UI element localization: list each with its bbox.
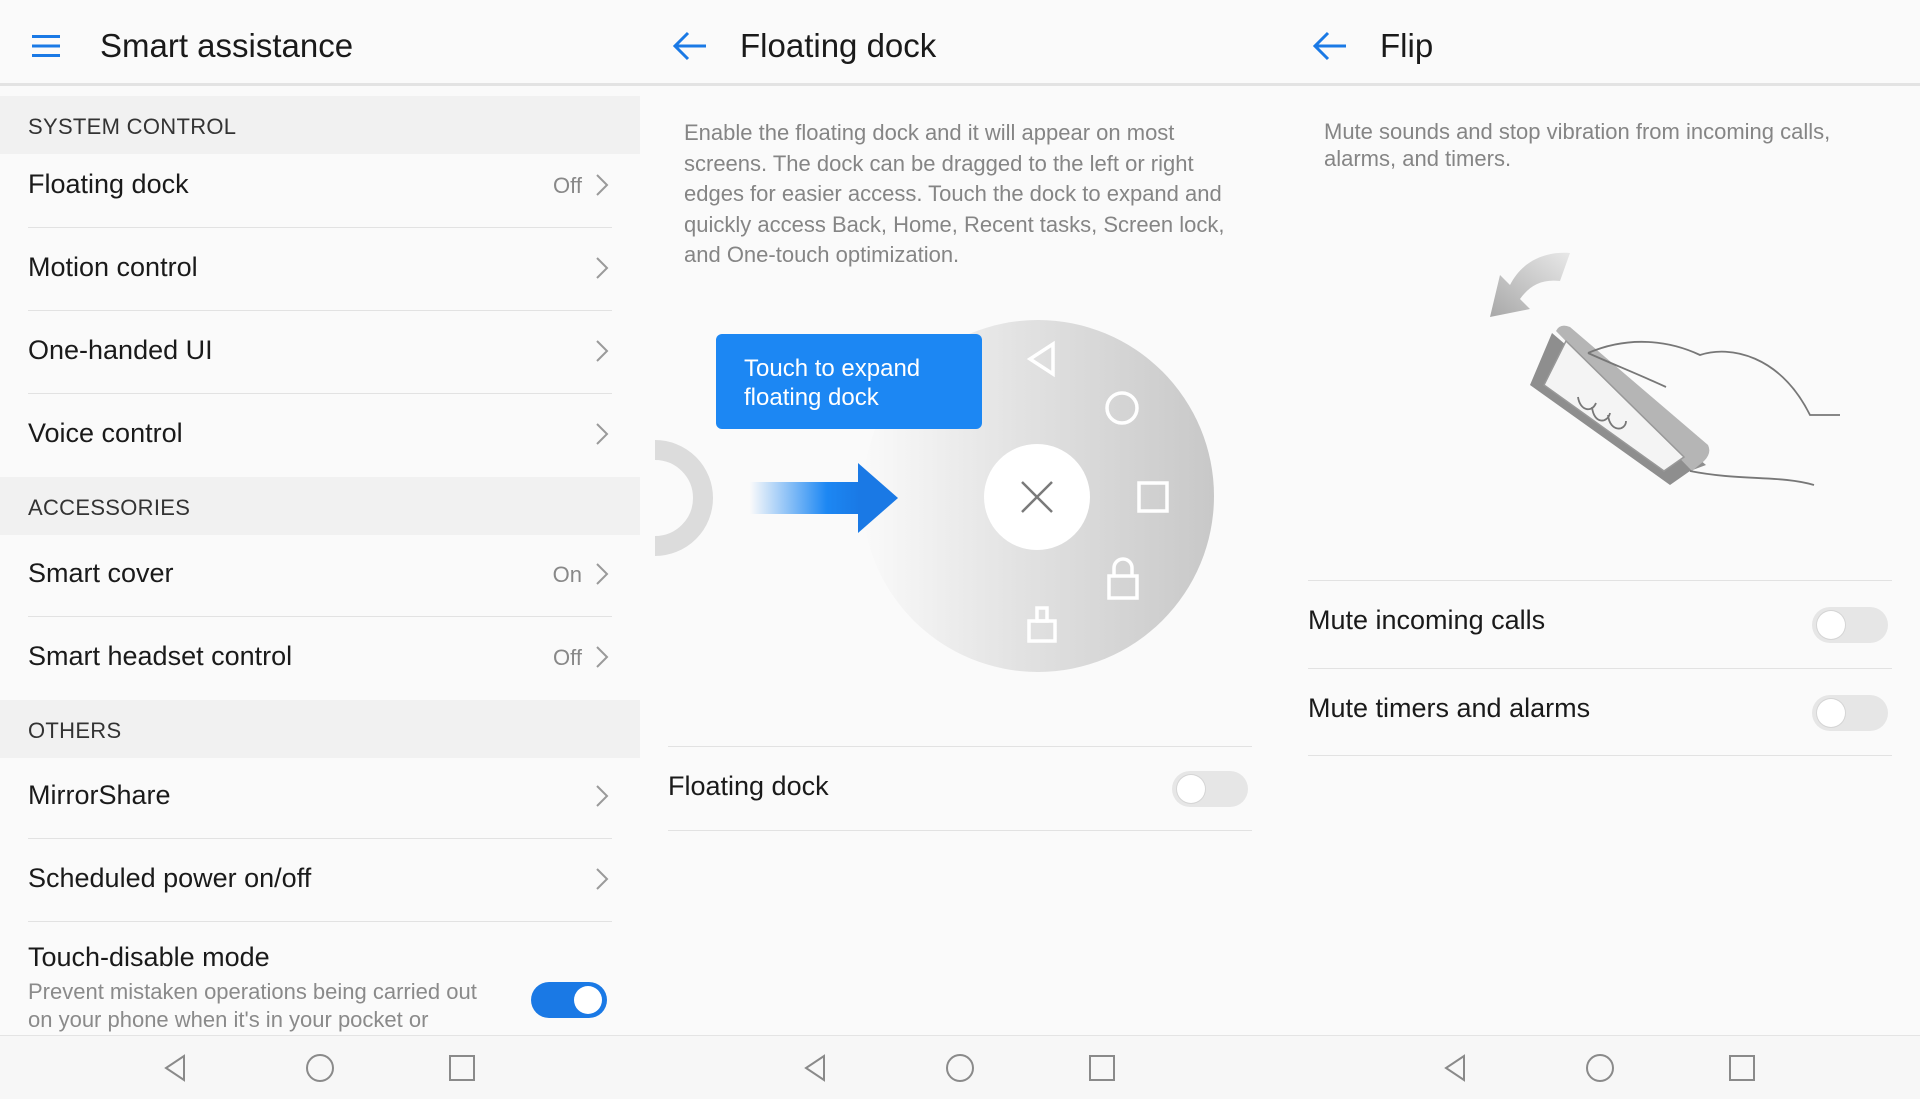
settings-row-smart-headset-control[interactable]: Smart headset control Off	[0, 617, 640, 700]
square-recent-icon[interactable]	[446, 1052, 478, 1084]
toggle-knob	[1817, 699, 1845, 727]
row-label: Voice control	[28, 418, 183, 448]
square-recent-icon[interactable]	[1726, 1052, 1758, 1084]
circle-home-icon[interactable]	[944, 1052, 976, 1084]
row-label: Scheduled power on/off	[28, 863, 312, 893]
section-header-label: SYSTEM CONTROL	[28, 114, 237, 139]
page-title: Floating dock	[740, 27, 937, 64]
toggle-knob	[574, 986, 602, 1014]
back-arrow-icon[interactable]	[1310, 26, 1350, 66]
chevron-right-icon	[596, 563, 609, 585]
system-nav-bar	[0, 1035, 640, 1099]
mute-incoming-calls-toggle[interactable]	[1812, 607, 1888, 643]
row-label: MirrorShare	[28, 780, 171, 810]
chevron-right-icon	[596, 423, 609, 445]
touch-disable-toggle[interactable]	[531, 982, 607, 1018]
settings-row-floating-dock[interactable]: Floating dock Off	[0, 145, 640, 228]
flip-screen: Flip Mute sounds and stop vibration from…	[1280, 0, 1920, 1099]
divider	[1308, 755, 1892, 756]
page-description: Enable the floating dock and it will app…	[684, 120, 1225, 267]
expand-tooltip: Touch to expand floating dock	[716, 334, 982, 429]
row-label: Touch-disable mode	[28, 942, 270, 972]
smart-assistance-screen: Smart assistance SYSTEM CONTROL Floating…	[0, 0, 640, 1099]
mute-timers-alarms-toggle[interactable]	[1812, 695, 1888, 731]
system-nav-bar	[640, 1035, 1280, 1099]
mute-timers-alarms-row[interactable]: Mute timers and alarms	[1308, 668, 1892, 752]
settings-row-smart-cover[interactable]: Smart cover On	[0, 534, 640, 617]
divider	[668, 830, 1252, 831]
chevron-right-icon	[596, 257, 609, 279]
section-header-label: OTHERS	[28, 718, 122, 743]
row-label: Mute timers and alarms	[1308, 693, 1591, 723]
row-value: Off	[553, 173, 582, 198]
square-recent-icon[interactable]	[1086, 1052, 1118, 1084]
chevron-right-icon	[596, 646, 609, 668]
back-arrow-icon[interactable]	[670, 26, 710, 66]
section-header-label: ACCESSORIES	[28, 495, 191, 520]
settings-row-mirrorshare[interactable]: MirrorShare	[0, 756, 640, 839]
triangle-back-icon[interactable]	[160, 1052, 192, 1084]
settings-row-voice-control[interactable]: Voice control	[0, 394, 640, 477]
circle-home-icon[interactable]	[304, 1052, 336, 1084]
toggle-knob	[1817, 611, 1845, 639]
flip-phone-illustration	[1490, 252, 1840, 486]
row-label: Floating dock	[668, 771, 829, 801]
toggle-knob	[1177, 775, 1205, 803]
floating-dock-screen: Floating dock Enable the floating dock a…	[640, 0, 1280, 1099]
settings-row-scheduled-power[interactable]: Scheduled power on/off	[0, 839, 640, 922]
row-value: On	[552, 562, 582, 587]
hamburger-menu-icon[interactable]	[26, 26, 66, 66]
section-header-others: OTHERS	[0, 700, 640, 758]
floating-dock-setting-row[interactable]: Floating dock	[668, 746, 1252, 830]
chevron-right-icon	[596, 340, 609, 362]
row-description: Prevent mistaken operations being carrie…	[28, 979, 477, 1032]
section-header-accessories: ACCESSORIES	[0, 477, 640, 535]
settings-row-motion-control[interactable]: Motion control	[0, 228, 640, 311]
circle-home-icon[interactable]	[1584, 1052, 1616, 1084]
row-label: Floating dock	[28, 169, 189, 199]
page-description: Mute sounds and stop vibration from inco…	[1324, 119, 1831, 171]
triangle-back-icon[interactable]	[1440, 1052, 1472, 1084]
app-bar: Flip	[1280, 0, 1920, 86]
row-label: Mute incoming calls	[1308, 605, 1546, 635]
mute-incoming-calls-row[interactable]: Mute incoming calls	[1308, 581, 1892, 665]
app-bar: Floating dock	[640, 0, 1280, 86]
row-label: Motion control	[28, 252, 198, 282]
page-title: Flip	[1380, 27, 1434, 64]
chevron-right-icon	[596, 868, 609, 890]
page-title: Smart assistance	[100, 27, 354, 64]
triangle-back-icon[interactable]	[800, 1052, 832, 1084]
row-label: Smart cover	[28, 558, 174, 588]
system-nav-bar	[1280, 1035, 1920, 1099]
row-label: One-handed UI	[28, 335, 213, 365]
touch-disable-mode-row[interactable]: Touch-disable mode Prevent mistaken oper…	[0, 922, 640, 1032]
row-label: Smart headset control	[28, 641, 293, 671]
app-bar: Smart assistance	[0, 0, 640, 86]
floating-dock-toggle[interactable]	[1172, 771, 1248, 807]
chevron-right-icon	[596, 785, 609, 807]
chevron-right-icon	[596, 174, 609, 196]
settings-row-one-handed-ui[interactable]: One-handed UI	[0, 311, 640, 394]
row-value: Off	[553, 645, 582, 670]
